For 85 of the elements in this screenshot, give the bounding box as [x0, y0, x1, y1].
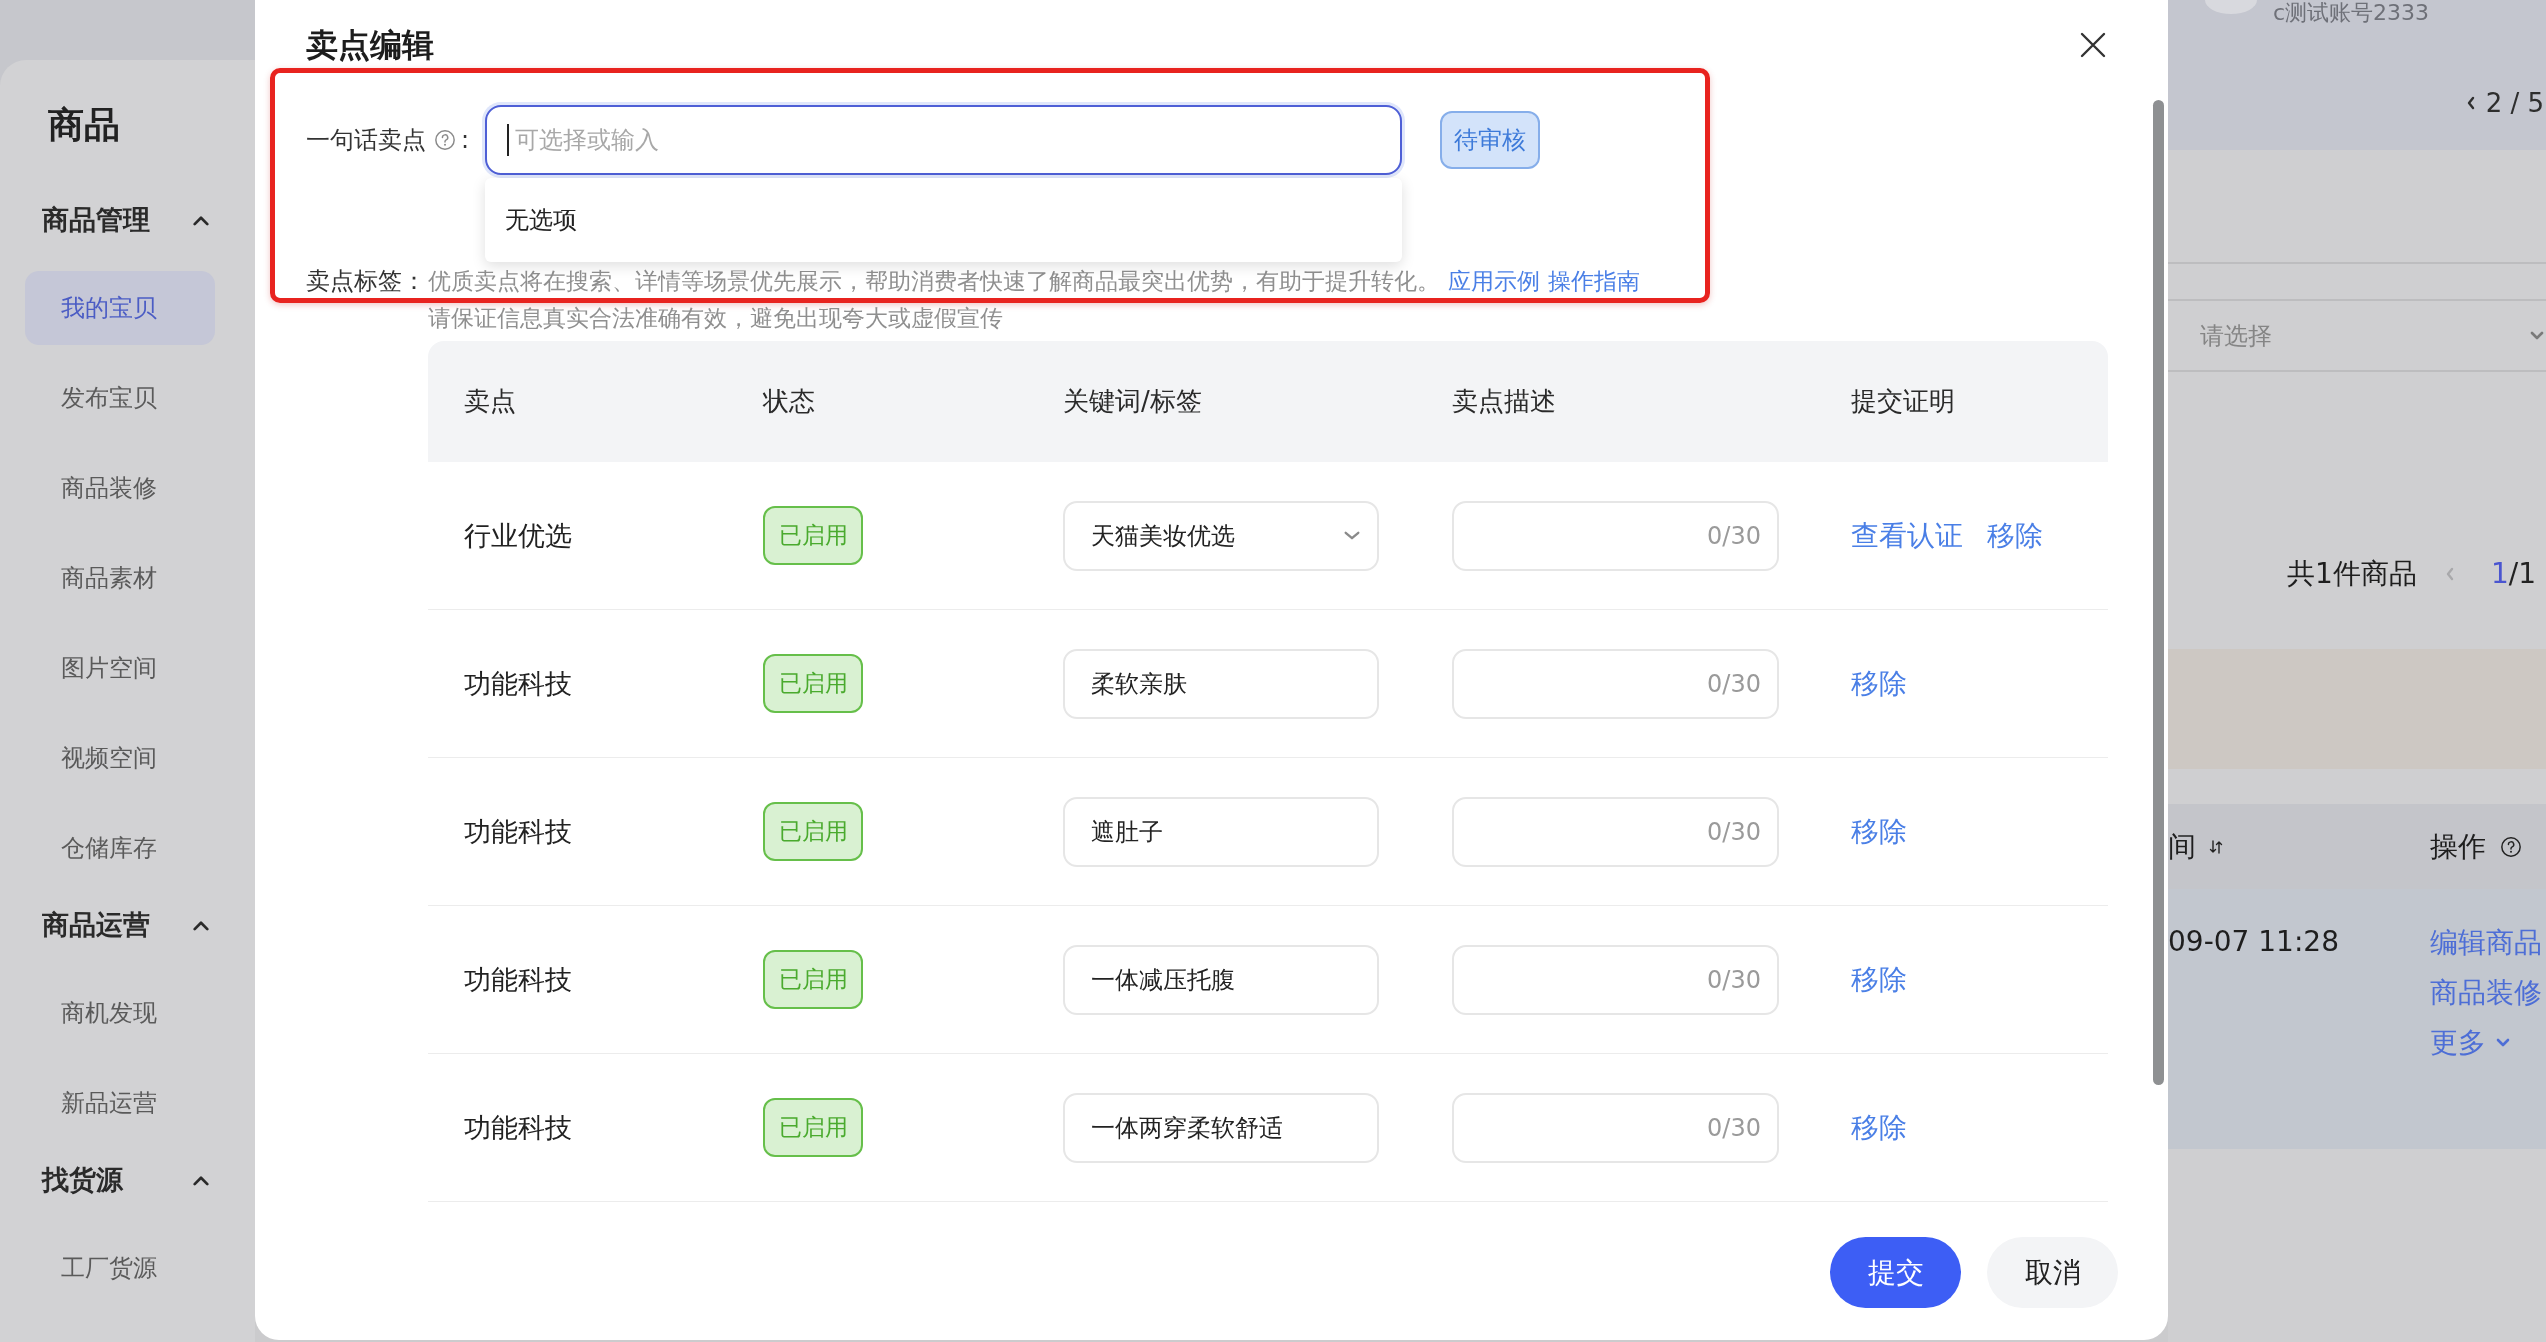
- description-input[interactable]: 0/30: [1452, 944, 1779, 1015]
- help-link[interactable]: 应用示例: [1448, 265, 1540, 297]
- options-dropdown[interactable]: 无选项: [485, 178, 1402, 262]
- character-count: 0/30: [1707, 521, 1761, 550]
- field-label: 卖点标签：: [306, 266, 427, 297]
- character-count: 0/30: [1707, 669, 1761, 698]
- close-icon[interactable]: [2080, 32, 2106, 58]
- column-header: 状态: [763, 385, 815, 418]
- action-link[interactable]: 商品装修: [2430, 975, 2542, 1011]
- column-header: 卖点: [464, 385, 516, 418]
- chevron-down-icon: [1343, 530, 1361, 541]
- text-cursor-icon: [507, 124, 509, 156]
- note-text: 请保证信息真实合法准确有效，避免出现夸大或虚假宣传: [428, 304, 1003, 333]
- help-link[interactable]: 操作指南: [1548, 265, 1640, 297]
- selling-point-text: 功能科技: [464, 815, 572, 847]
- keyword-input[interactable]: 一体两穿柔软舒适: [1063, 1092, 1379, 1163]
- action-link[interactable]: 移除: [1851, 960, 1907, 999]
- selling-point-text: 行业优选: [464, 519, 572, 551]
- sidebar-group-toggle[interactable]: 商品管理: [0, 185, 230, 255]
- action-link[interactable]: 查看认证: [1851, 516, 1963, 555]
- status-tag: 已启用: [763, 802, 863, 861]
- status-tag: 已启用: [763, 506, 863, 565]
- column-header: 关键词/标签: [1063, 385, 1202, 418]
- label-colon: :: [461, 126, 470, 154]
- sidebar-item[interactable]: 视频空间: [25, 721, 215, 795]
- description-input[interactable]: 0/30: [1452, 648, 1779, 719]
- chevron-left-icon[interactable]: [2465, 95, 2476, 111]
- sidebar-item[interactable]: 新品运营: [25, 1066, 215, 1140]
- column-header: 间: [2168, 828, 2196, 865]
- sidebar-item[interactable]: 发布宝贝: [25, 361, 215, 435]
- current-page: 1: [2490, 556, 2509, 592]
- keyword-select[interactable]: 天猫美妆优选: [1063, 500, 1379, 571]
- page-indicator: 2 / 5: [2485, 88, 2544, 118]
- status-tag: 已启用: [763, 654, 863, 713]
- submit-button[interactable]: 提交: [1830, 1237, 1961, 1308]
- action-link[interactable]: 移除: [1851, 664, 1907, 703]
- sidebar-group-toggle[interactable]: 商品运营: [0, 890, 230, 960]
- sidebar-item[interactable]: 商品装修: [25, 451, 215, 525]
- slogan-input[interactable]: 可选择或输入: [485, 105, 1402, 175]
- description-input[interactable]: 0/30: [1452, 796, 1779, 867]
- sidebar-item[interactable]: 我的宝贝: [25, 271, 215, 345]
- keyword-input[interactable]: 遮肚子: [1063, 796, 1379, 867]
- sidebar-group-toggle[interactable]: 找货源: [0, 1145, 230, 1215]
- action-link[interactable]: 移除: [1851, 1108, 1907, 1147]
- filter-select[interactable]: 请选择: [2168, 299, 2546, 372]
- column-header: 提交证明: [1851, 385, 1955, 418]
- cancel-button[interactable]: 取消: [1987, 1237, 2118, 1308]
- action-link[interactable]: 编辑商品: [2430, 925, 2542, 961]
- selling-point-text: 功能科技: [464, 1111, 572, 1143]
- sidebar-item[interactable]: 仓储库存: [25, 811, 215, 885]
- field-label: 一句话卖点: [306, 125, 426, 156]
- description-input[interactable]: 0/30: [1452, 500, 1779, 571]
- dialog-title: 卖点编辑: [306, 25, 434, 65]
- column-header: 卖点描述: [1452, 385, 1556, 418]
- description-input[interactable]: 0/30: [1452, 1092, 1779, 1163]
- help-icon[interactable]: [2500, 835, 2522, 858]
- action-link[interactable]: 移除: [1987, 516, 2043, 555]
- chevron-down-icon: [2530, 330, 2544, 341]
- sidebar-item[interactable]: 商机发现: [25, 976, 215, 1050]
- table-cell: 09-07 11:28: [2168, 925, 2339, 958]
- account-name: c测试账号2333: [2273, 0, 2430, 26]
- selling-point-text: 功能科技: [464, 667, 572, 699]
- character-count: 0/30: [1707, 817, 1761, 846]
- more-link[interactable]: 更多: [2430, 1025, 2510, 1061]
- item-count: 共1件商品: [2287, 556, 2417, 592]
- sort-icon[interactable]: [2208, 838, 2224, 855]
- chevron-down-icon: [2496, 1038, 2510, 1048]
- character-count: 0/30: [1707, 1113, 1761, 1142]
- scrollbar[interactable]: [2153, 100, 2164, 1085]
- status-tag: 已启用: [763, 950, 863, 1009]
- column-header: 操作: [2430, 828, 2486, 865]
- sidebar-title: 商品: [48, 103, 120, 147]
- selling-point-text: 功能科技: [464, 963, 572, 995]
- keyword-input[interactable]: 一体减压托腹: [1063, 944, 1379, 1015]
- status-tag: 已启用: [763, 1098, 863, 1157]
- sidebar-item[interactable]: 商品素材: [25, 541, 215, 615]
- hint-text: 优质卖点将在搜索、详情等场景优先展示，帮助消费者快速了解商品最突出优势，有助于提升转化。: [428, 266, 1440, 296]
- empty-option-text: 无选项: [505, 205, 577, 236]
- status-tag: 待审核: [1440, 111, 1540, 169]
- character-count: 0/30: [1707, 965, 1761, 994]
- keyword-input[interactable]: 柔软亲肤: [1063, 648, 1379, 719]
- sidebar-item[interactable]: 图片空间: [25, 631, 215, 705]
- action-link[interactable]: 移除: [1851, 812, 1907, 851]
- sidebar-item[interactable]: 工厂货源: [25, 1231, 215, 1305]
- page-total: /1: [2508, 556, 2536, 592]
